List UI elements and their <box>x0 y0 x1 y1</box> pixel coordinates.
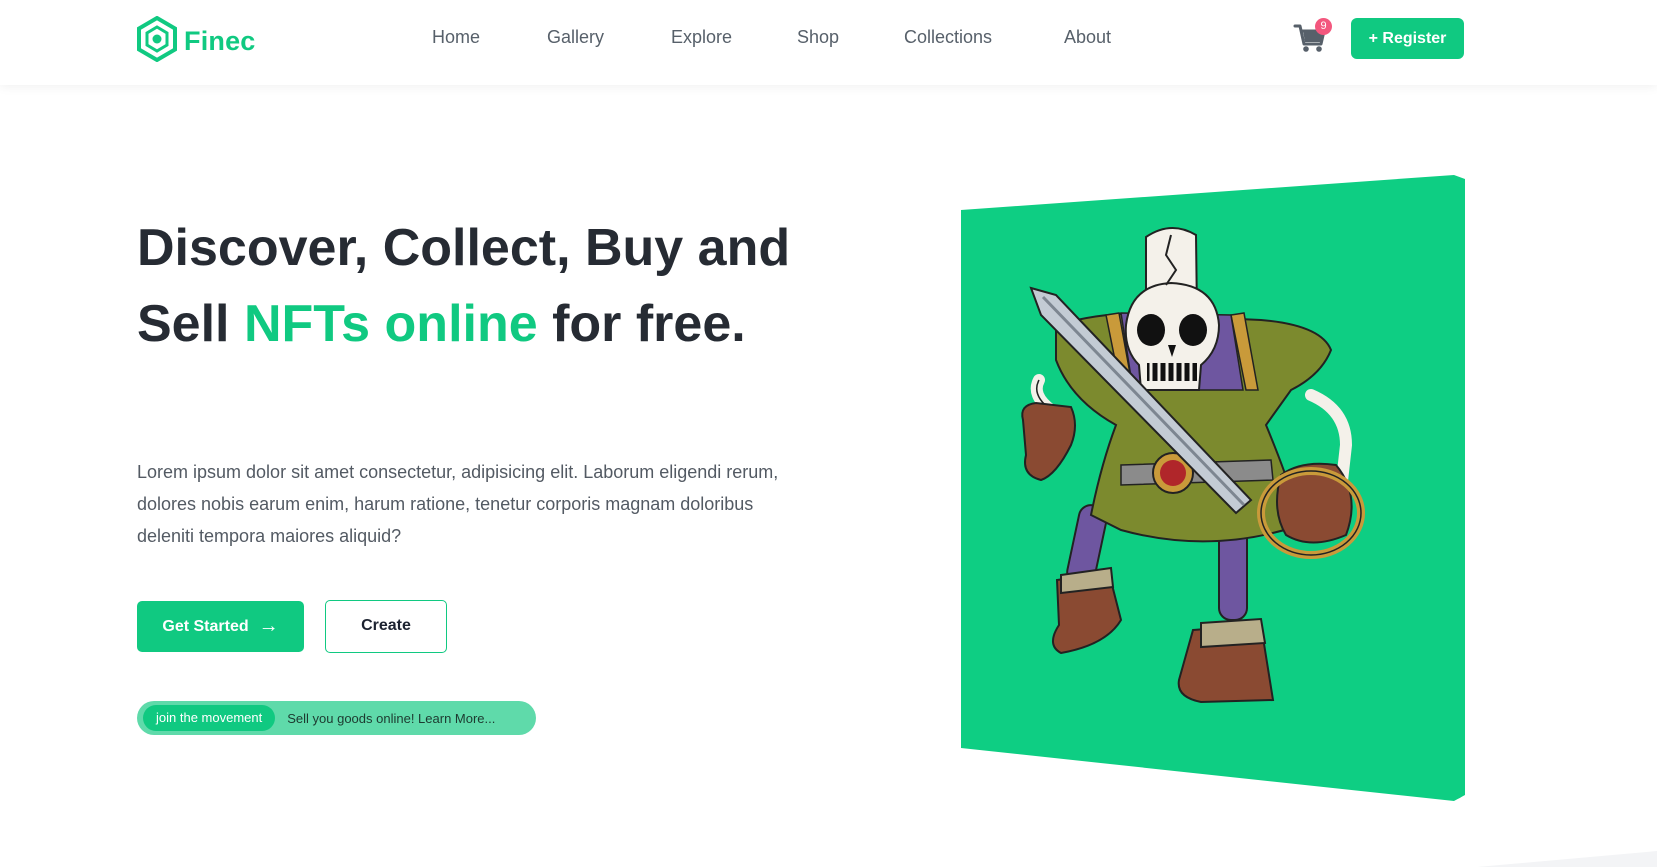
nav-collections[interactable]: Collections <box>904 27 992 48</box>
pill-tag: join the movement <box>143 705 276 731</box>
nav-about[interactable]: About <box>1064 27 1111 48</box>
pill-link-text[interactable]: Sell you goods online! Learn More... <box>287 711 495 726</box>
cart-count-badge: 9 <box>1315 18 1332 35</box>
nav-shop[interactable]: Shop <box>797 27 839 48</box>
get-started-label: Get Started <box>162 617 249 635</box>
site-header: Finec Home Gallery Explore Shop Collecti… <box>0 0 1657 85</box>
shopping-cart-icon <box>1293 24 1327 58</box>
nft-artwork-card <box>961 175 1465 801</box>
section-divider-shape <box>1477 851 1657 867</box>
get-started-button[interactable]: Get Started → <box>137 601 304 652</box>
skeleton-warrior-nft-illustration <box>961 175 1465 801</box>
nav-home[interactable]: Home <box>432 27 480 48</box>
hero-description: Lorem ipsum dolor sit amet consectetur, … <box>137 462 779 546</box>
register-button[interactable]: + Register <box>1351 18 1464 59</box>
nav-explore[interactable]: Explore <box>671 27 732 48</box>
logo[interactable]: Finec <box>136 15 256 67</box>
join-movement-banner[interactable]: join the movement Sell you goods online!… <box>137 701 536 735</box>
nav-gallery[interactable]: Gallery <box>547 27 604 48</box>
create-button[interactable]: Create <box>325 600 447 653</box>
hero-headline: Discover, Collect, Buy and Sell NFTs onl… <box>137 210 837 362</box>
arrow-right-icon: → <box>258 615 279 637</box>
headline-accent: NFTs online <box>243 295 538 353</box>
logo-text: Finec <box>184 26 256 56</box>
cart-button[interactable]: 9 <box>1293 18 1333 54</box>
hexagon-logo-icon <box>136 15 178 67</box>
headline-part2: for free. <box>537 295 746 353</box>
